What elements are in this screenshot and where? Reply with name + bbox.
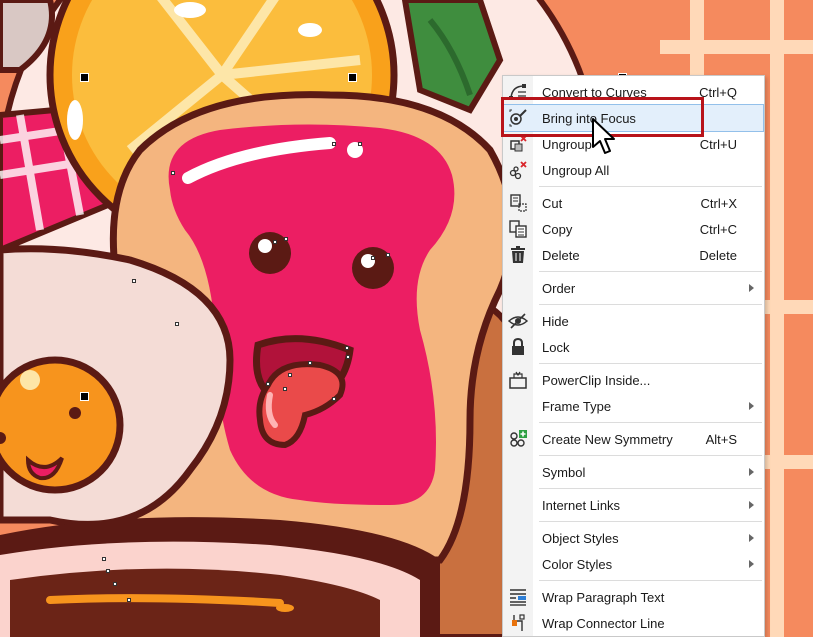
menu-item-convert-to-curves[interactable]: Convert to Curves Ctrl+Q	[504, 79, 763, 105]
menu-item-create-new-symmetry[interactable]: Create New Symmetry Alt+S	[504, 426, 763, 452]
menu-item-order[interactable]: Order	[504, 275, 763, 301]
menu-item-cut[interactable]: Cut Ctrl+X	[504, 190, 763, 216]
menu-item-label: Internet Links	[542, 498, 621, 513]
curve-node[interactable]	[371, 256, 375, 260]
curve-node[interactable]	[345, 346, 349, 350]
bring-into-focus-icon	[507, 108, 529, 128]
menu-item-label: Copy	[542, 222, 573, 237]
menu-item-hide[interactable]: Hide	[504, 308, 763, 334]
eye-hidden-icon	[507, 311, 529, 331]
menu-item-label: Ungroup All	[542, 163, 610, 178]
submenu-arrow-icon	[749, 402, 754, 410]
menu-item-color-styles[interactable]: Color Styles	[504, 551, 763, 577]
menu-item-lock[interactable]: Lock	[504, 334, 763, 360]
menu-separator	[539, 186, 762, 187]
menu-item-shortcut: Ctrl+U	[699, 137, 737, 152]
wrap-text-icon	[507, 587, 529, 607]
menu-item-powerclip-inside[interactable]: PowerClip Inside...	[504, 367, 763, 393]
submenu-arrow-icon	[749, 284, 754, 292]
menu-separator	[539, 304, 762, 305]
menu-item-label: Object Styles	[542, 531, 619, 546]
menu-separator	[539, 521, 762, 522]
menu-item-label: Lock	[542, 340, 570, 355]
menu-item-delete[interactable]: Delete Delete	[504, 242, 763, 268]
menu-item-internet-links[interactable]: Internet Links	[504, 492, 763, 518]
menu-item-shortcut: Ctrl+X	[700, 196, 737, 211]
menu-item-label: Color Styles	[542, 557, 613, 572]
menu-separator	[539, 488, 762, 489]
curve-node[interactable]	[358, 142, 362, 146]
selection-handle[interactable]	[80, 73, 89, 82]
menu-item-label: Symbol	[542, 465, 586, 480]
menu-item-object-styles[interactable]: Object Styles	[504, 525, 763, 551]
menu-item-shortcut: Ctrl+Q	[699, 85, 737, 100]
menu-item-bring-into-focus[interactable]: Bring into Focus	[503, 104, 764, 132]
cut-icon	[507, 193, 529, 213]
curve-node[interactable]	[171, 171, 175, 175]
curve-node[interactable]	[102, 557, 106, 561]
menu-item-wrap-connector-line[interactable]: Wrap Connector Line	[504, 610, 763, 636]
menu-item-label: Hide	[542, 314, 569, 329]
curve-node[interactable]	[284, 237, 288, 241]
menu-item-ungroup-all[interactable]: Ungroup All	[504, 157, 763, 183]
connector-icon	[507, 613, 529, 633]
menu-item-wrap-paragraph-text[interactable]: Wrap Paragraph Text	[504, 584, 763, 610]
menu-item-shortcut: Ctrl+C	[699, 222, 737, 237]
curve-node[interactable]	[273, 240, 277, 244]
menu-separator	[539, 363, 762, 364]
curve-node[interactable]	[113, 582, 117, 586]
menu-item-label: Wrap Paragraph Text	[542, 590, 665, 605]
menu-item-label: Ungroup	[542, 137, 592, 152]
curve-node[interactable]	[266, 382, 270, 386]
menu-item-label: Cut	[542, 196, 563, 211]
symmetry-icon	[507, 429, 529, 449]
menu-item-label: Create New Symmetry	[542, 432, 673, 447]
selection-handle[interactable]	[348, 73, 357, 82]
curve-node[interactable]	[127, 598, 131, 602]
curve-node[interactable]	[288, 373, 292, 377]
menu-item-label: Convert to Curves	[542, 85, 647, 100]
curve-node[interactable]	[308, 361, 312, 365]
menu-separator	[539, 271, 762, 272]
menu-item-label: Bring into Focus	[542, 111, 636, 126]
curve-node[interactable]	[132, 279, 136, 283]
curve-node[interactable]	[332, 142, 336, 146]
submenu-arrow-icon	[749, 560, 754, 568]
menu-item-label: Frame Type	[542, 399, 612, 414]
curve-node[interactable]	[175, 322, 179, 326]
ungroup-all-icon	[507, 160, 529, 180]
menu-item-copy[interactable]: Copy Ctrl+C	[504, 216, 763, 242]
submenu-arrow-icon	[749, 468, 754, 476]
convert-curves-icon	[507, 82, 529, 102]
ungroup-icon	[507, 134, 529, 154]
curve-node[interactable]	[346, 355, 350, 359]
trash-icon	[507, 245, 529, 265]
context-menu: Convert to Curves Ctrl+Q Bring into Focu…	[502, 75, 765, 637]
curve-node[interactable]	[332, 397, 336, 401]
menu-item-ungroup[interactable]: Ungroup Ctrl+U	[504, 131, 763, 157]
copy-icon	[507, 219, 529, 239]
menu-item-frame-type[interactable]: Frame Type	[504, 393, 763, 419]
powerclip-icon	[507, 370, 529, 390]
menu-item-label: Order	[542, 281, 576, 296]
submenu-arrow-icon	[749, 501, 754, 509]
menu-item-symbol[interactable]: Symbol	[504, 459, 763, 485]
mouse-pointer-icon	[592, 118, 615, 154]
menu-item-shortcut: Alt+S	[705, 432, 737, 447]
curve-node[interactable]	[106, 569, 110, 573]
curve-node[interactable]	[386, 253, 390, 257]
selection-handle[interactable]	[80, 392, 89, 401]
menu-item-label: Delete	[542, 248, 580, 263]
menu-separator	[539, 580, 762, 581]
menu-item-shortcut: Delete	[699, 248, 737, 263]
menu-item-label: Wrap Connector Line	[542, 616, 665, 631]
lock-icon	[507, 337, 529, 357]
menu-separator	[539, 455, 762, 456]
menu-item-label: PowerClip Inside...	[542, 373, 651, 388]
curve-node[interactable]	[283, 387, 287, 391]
submenu-arrow-icon	[749, 534, 754, 542]
menu-separator	[539, 422, 762, 423]
